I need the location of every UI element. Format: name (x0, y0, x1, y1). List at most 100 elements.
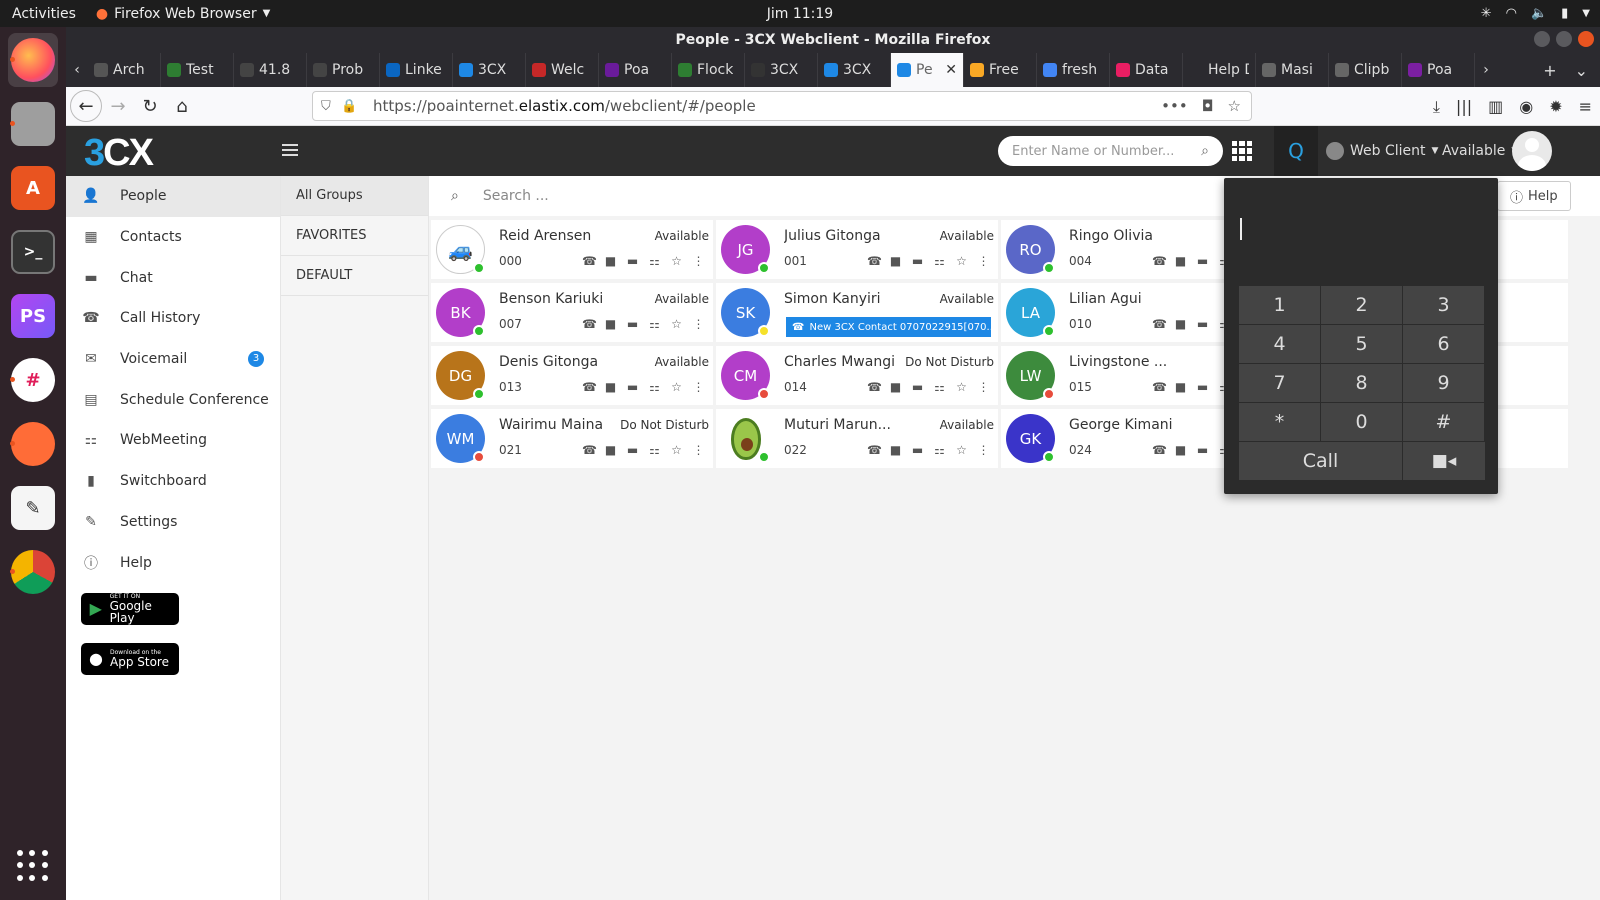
favorite-star-icon[interactable]: ☆ (670, 254, 683, 268)
video-call-icon[interactable]: ■ (1174, 254, 1187, 268)
chat-icon[interactable]: ▬ (626, 317, 639, 331)
meeting-icon[interactable]: ⚏ (648, 380, 661, 394)
search-input[interactable]: Enter Name or Number... (1012, 144, 1174, 159)
google-play-button[interactable]: ▶ GET IT ON Google Play (81, 592, 179, 625)
dial-key[interactable]: 4 (1239, 325, 1320, 363)
shield-icon[interactable]: ⛉ (321, 99, 341, 114)
more-options-icon[interactable]: ⋮ (692, 380, 705, 394)
dial-key[interactable]: # (1403, 403, 1484, 441)
dock-slack[interactable]: # (8, 353, 58, 407)
tabs-scroll-right-icon[interactable]: › (1475, 62, 1497, 78)
video-call-icon[interactable]: ■ (604, 254, 617, 268)
browser-tab[interactable]: Test (161, 53, 234, 87)
browser-tab[interactable]: Free (964, 53, 1037, 87)
dialpad-icon[interactable] (1232, 141, 1252, 161)
video-call-icon[interactable]: ■ (604, 317, 617, 331)
favorite-star-icon[interactable]: ☆ (955, 380, 968, 394)
call-button[interactable]: Call (1239, 442, 1402, 480)
browser-tab[interactable]: Flock (672, 53, 745, 87)
call-icon[interactable]: ☎ (1152, 380, 1167, 394)
call-icon[interactable]: ☎ (582, 380, 597, 394)
dial-key[interactable]: 6 (1403, 325, 1484, 363)
meeting-icon[interactable]: ⚏ (933, 254, 946, 268)
page-actions-icon[interactable]: ••• (1161, 97, 1188, 115)
video-call-icon[interactable]: ■ (889, 443, 902, 457)
chat-icon[interactable]: ▬ (911, 443, 924, 457)
dial-key[interactable]: 8 (1321, 364, 1402, 402)
app-store-button[interactable]: ● Download on the App Store (81, 642, 179, 675)
call-icon[interactable]: ☎ (582, 254, 597, 268)
meeting-icon[interactable]: ⚏ (933, 443, 946, 457)
dock-terminal[interactable]: >_ (8, 225, 58, 279)
favorite-star-icon[interactable]: ☆ (955, 443, 968, 457)
browser-tab[interactable]: fresh (1037, 53, 1110, 87)
meeting-icon[interactable]: ⚏ (648, 317, 661, 331)
more-options-icon[interactable]: ⋮ (692, 254, 705, 268)
battery-icon[interactable]: ▮ (1561, 6, 1568, 21)
dock-postman[interactable] (8, 417, 58, 471)
dial-key[interactable]: 3 (1403, 286, 1484, 324)
url-bar[interactable]: ⛉ 🔒 https://poainternet.elastix.com/webc… (312, 91, 1252, 121)
browser-tab[interactable]: 3CX (453, 53, 526, 87)
browser-tab[interactable]: 3CX (818, 53, 891, 87)
call-icon[interactable]: ☎ (1152, 317, 1167, 331)
call-icon[interactable]: ☎ (867, 380, 882, 394)
dial-key[interactable]: 7 (1239, 364, 1320, 402)
person-card[interactable]: BK Benson Kariuki Available 007 ☎ ■ ▬ ⚏ ☆ ⋮ (431, 283, 713, 342)
name-number-search[interactable]: Enter Name or Number... ⌕ (998, 136, 1223, 166)
sidebar-item-chat[interactable]: ▬ Chat (66, 257, 280, 298)
back-icon[interactable]: ← (70, 90, 102, 122)
wifi-icon[interactable]: ◠ (1506, 6, 1517, 21)
chat-icon[interactable]: ▬ (911, 254, 924, 268)
reload-icon[interactable]: ↻ (134, 90, 166, 122)
person-card[interactable]: WM Wairimu Maina Do Not Disturb 021 ☎ ■ ▬ ⚏ ☆ ⋮ (431, 409, 713, 468)
video-call-icon[interactable]: ■ (1174, 317, 1187, 331)
browser-tab[interactable]: Poa (1402, 53, 1475, 87)
minimize-button[interactable] (1534, 31, 1550, 47)
new-contact-banner[interactable]: ☎ New 3CX Contact 0707022915[070... (786, 317, 991, 337)
person-card[interactable]: DG Denis Gitonga Available 013 ☎ ■ ▬ ⚏ ☆ ⋮ (431, 346, 713, 405)
dial-key[interactable]: 0 (1321, 403, 1402, 441)
tabs-scroll-left-icon[interactable]: ‹ (66, 62, 88, 78)
show-applications-button[interactable] (17, 850, 49, 882)
sidebar-item-people[interactable]: 👤 People (66, 176, 280, 217)
browser-tab[interactable]: Arch (88, 53, 161, 87)
sidebar-item-schedule-conference[interactable]: ▤ Schedule Conference (66, 379, 280, 420)
hamburger-menu-icon[interactable] (282, 141, 298, 159)
sidebar-toggle-icon[interactable]: ▥ (1488, 97, 1503, 116)
browser-tab[interactable]: Clipb (1329, 53, 1402, 87)
call-icon[interactable]: ☎ (582, 317, 597, 331)
extension-icon[interactable]: ✹ (1549, 97, 1562, 116)
sidebar-item-help[interactable]: ⓘ Help (66, 542, 280, 583)
favorite-star-icon[interactable]: ☆ (670, 443, 683, 457)
person-card[interactable]: JG Julius Gitonga Available 001 ☎ ■ ▬ ⚏ ☆ ⋮ (716, 220, 998, 279)
chat-icon[interactable]: ▬ (1196, 380, 1209, 394)
volume-icon[interactable]: 🔈 (1531, 6, 1547, 21)
call-icon[interactable]: ☎ (867, 254, 882, 268)
dial-key[interactable]: * (1239, 403, 1320, 441)
browser-tab[interactable]: Data (1110, 53, 1183, 87)
browser-tab[interactable]: Welc (526, 53, 599, 87)
browser-tab[interactable]: Pe ✕ (891, 53, 964, 87)
person-card[interactable]: Muturi Marun... Available 022 ☎ ■ ▬ ⚏ ☆ ⋮ (716, 409, 998, 468)
dock-firefox[interactable] (8, 33, 58, 87)
meeting-icon[interactable]: ⚏ (648, 443, 661, 457)
group-item[interactable]: All Groups (281, 176, 428, 216)
favorite-star-icon[interactable]: ☆ (670, 317, 683, 331)
browser-tab[interactable]: Poa (599, 53, 672, 87)
close-tab-icon[interactable]: ✕ (945, 62, 957, 78)
browser-tab[interactable]: Masi (1256, 53, 1329, 87)
video-call-icon[interactable]: ■ (1174, 380, 1187, 394)
web-client-selector[interactable]: Web Client ▼ (1326, 126, 1438, 176)
url-text[interactable]: https://poainternet.elastix.com/webclien… (373, 97, 756, 115)
chat-icon[interactable]: ▬ (1196, 443, 1209, 457)
sidebar-item-switchboard[interactable]: ▮ Switchboard (66, 461, 280, 502)
video-call-icon[interactable]: ■ (604, 443, 617, 457)
sidebar-item-contacts[interactable]: ▦ Contacts (66, 217, 280, 258)
list-all-tabs-icon[interactable]: ⌄ (1575, 61, 1588, 80)
video-call-icon[interactable]: ■ (1174, 443, 1187, 457)
account-icon[interactable]: ◉ (1519, 97, 1533, 116)
3cx-logo[interactable]: 3CX (84, 132, 154, 175)
dial-key[interactable]: 2 (1321, 286, 1402, 324)
video-call-icon[interactable]: ■ (889, 254, 902, 268)
